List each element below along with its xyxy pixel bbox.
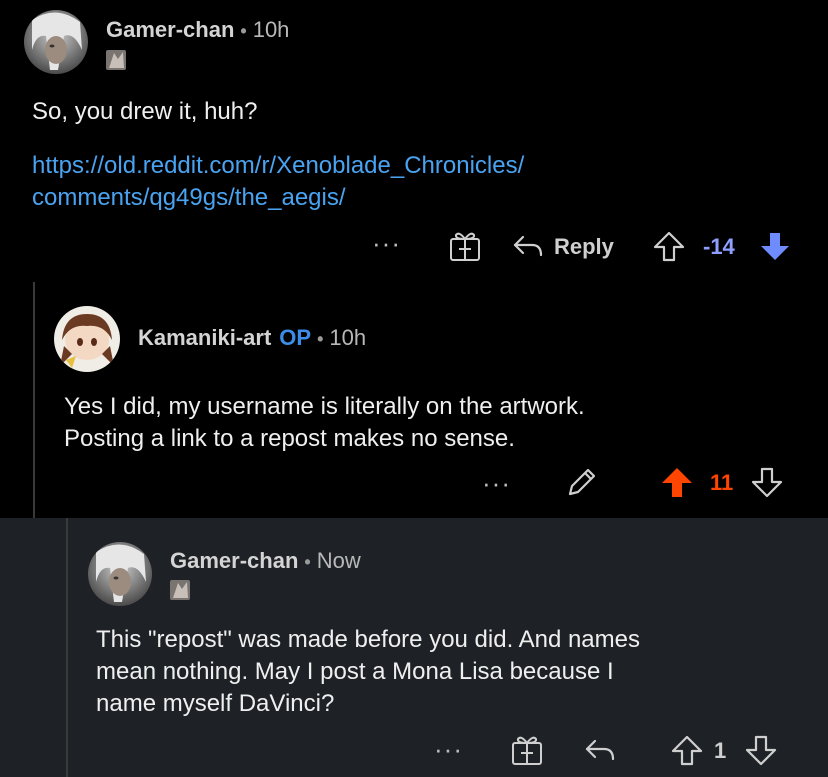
score: 11	[710, 470, 734, 495]
downvote-icon	[751, 467, 783, 498]
score: -14	[703, 234, 735, 259]
reply-button[interactable]	[512, 232, 544, 265]
comment-link[interactable]: https://old.reddit.com/r/Xenoblade_Chron…	[32, 150, 812, 182]
timestamp: Now	[316, 548, 361, 573]
user-flair-icon	[170, 580, 190, 600]
comment-body: So, you drew it, huh? https://old.reddit…	[32, 96, 812, 214]
more-options-button[interactable]: ···	[434, 734, 463, 765]
reply-button[interactable]	[584, 736, 616, 769]
reply-label[interactable]: Reply	[554, 234, 614, 260]
downvote-button[interactable]	[750, 466, 784, 503]
more-options-button[interactable]: ···	[482, 468, 511, 499]
separator-dot: •	[304, 552, 311, 572]
award-icon[interactable]	[510, 734, 544, 771]
user-flair-icon	[106, 50, 126, 70]
downvote-button[interactable]	[758, 230, 792, 267]
downvote-icon	[745, 735, 777, 766]
comment-text: So, you drew it, huh?	[32, 98, 258, 125]
comment-header: Gamer-chan • Now	[170, 548, 361, 574]
username[interactable]: Gamer-chan	[106, 17, 234, 42]
comment-text: Posting a link to a repost makes no sens…	[64, 425, 515, 452]
separator-dot: •	[317, 329, 324, 349]
reply-icon	[513, 235, 543, 257]
reply-icon	[585, 739, 615, 761]
op-badge: OP	[279, 325, 312, 350]
upvote-icon	[671, 735, 703, 766]
thread-line[interactable]	[33, 282, 35, 518]
more-options-button[interactable]: ···	[372, 228, 401, 259]
comment-body: Yes I did, my username is literally on t…	[64, 391, 814, 455]
thread-line[interactable]	[66, 518, 68, 777]
award-icon[interactable]	[448, 230, 482, 267]
comment-text: This "repost" was made before you did. A…	[96, 626, 640, 653]
avatar[interactable]	[24, 10, 88, 74]
comment-header: Gamer-chan • 10h	[106, 17, 289, 43]
timestamp: 10h	[252, 17, 290, 42]
username[interactable]: Kamaniki-art	[138, 325, 271, 350]
upvote-button[interactable]	[660, 466, 694, 503]
upvote-button[interactable]	[670, 734, 704, 771]
comment-body: This "repost" was made before you did. A…	[96, 624, 816, 720]
username[interactable]: Gamer-chan	[170, 548, 298, 573]
comment-text: mean nothing. May I post a Mona Lisa bec…	[96, 658, 614, 685]
avatar[interactable]	[88, 542, 152, 606]
downvote-button[interactable]	[744, 734, 778, 771]
comment-text: Yes I did, my username is literally on t…	[64, 393, 585, 420]
upvote-icon	[662, 468, 692, 497]
timestamp: 10h	[329, 325, 367, 350]
pencil-icon	[568, 468, 596, 496]
upvote-button[interactable]	[652, 230, 686, 267]
comment-text: name myself DaVinci?	[96, 690, 335, 717]
separator-dot: •	[240, 21, 247, 41]
downvote-icon	[761, 233, 789, 260]
comment-header: Kamaniki-art OP • 10h	[138, 325, 366, 351]
upvote-icon	[653, 231, 685, 262]
comment-link[interactable]: comments/qg49gs/the_aegis/	[32, 182, 812, 214]
avatar[interactable]	[54, 306, 120, 372]
score: 1	[714, 738, 727, 763]
edit-button[interactable]	[566, 466, 598, 503]
